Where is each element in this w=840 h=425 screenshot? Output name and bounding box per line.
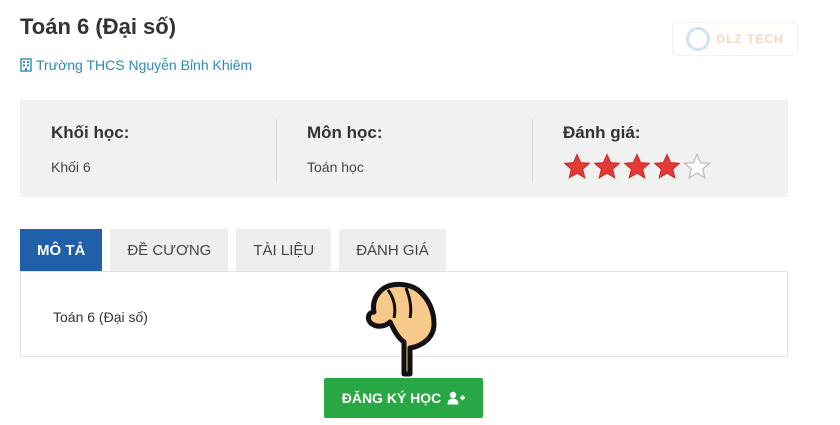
pointing-hand-icon: [365, 281, 437, 377]
watermark-mark: [686, 27, 711, 51]
grade-label: Khối học:: [51, 123, 130, 142]
rating-column: Đánh giá:: [532, 100, 788, 197]
register-course-button[interactable]: ĐĂNG KÝ HỌC: [324, 378, 483, 418]
course-tabs: MÔ TẢ ĐỀ CƯƠNG TÀI LIỆU ĐÁNH GIÁ: [20, 229, 446, 271]
star-filled-icon: [593, 153, 621, 179]
grade-value: Khối 6: [51, 159, 91, 175]
tab-2[interactable]: TÀI LIỆU: [236, 229, 332, 271]
rating-stars: [563, 153, 788, 179]
school-name: Trường THCS Nguyễn Bỉnh Khiêm: [36, 57, 253, 73]
building-icon: [20, 58, 32, 72]
star-filled-icon: [653, 153, 681, 179]
subject-value: Toán học: [307, 159, 364, 175]
grade-column: Khối học: Khối 6: [20, 100, 276, 197]
course-title: Toán 6 (Đại số): [20, 14, 177, 39]
star-filled-icon: [623, 153, 651, 179]
rating-label: Đánh giá:: [563, 123, 641, 142]
tab-3[interactable]: ĐÁNH GIÁ: [339, 229, 446, 271]
subject-column: Môn học: Toán học: [276, 100, 532, 197]
register-button-label: ĐĂNG KÝ HỌC: [341, 390, 442, 406]
subject-label: Môn học:: [307, 123, 383, 142]
star-empty-icon: [683, 153, 711, 179]
user-plus-icon: [447, 391, 466, 405]
watermark-text: DLZ TECH: [716, 32, 784, 46]
school-link[interactable]: Trường THCS Nguyễn Bỉnh Khiêm: [20, 57, 252, 73]
tab-1[interactable]: ĐỀ CƯƠNG: [110, 229, 229, 271]
course-info-panel: Khối học: Khối 6 Môn học: Toán học Đánh …: [20, 100, 788, 197]
tab-0[interactable]: MÔ TẢ: [20, 229, 103, 271]
star-filled-icon: [563, 153, 591, 179]
watermark-logo: DLZ TECH: [672, 22, 798, 56]
